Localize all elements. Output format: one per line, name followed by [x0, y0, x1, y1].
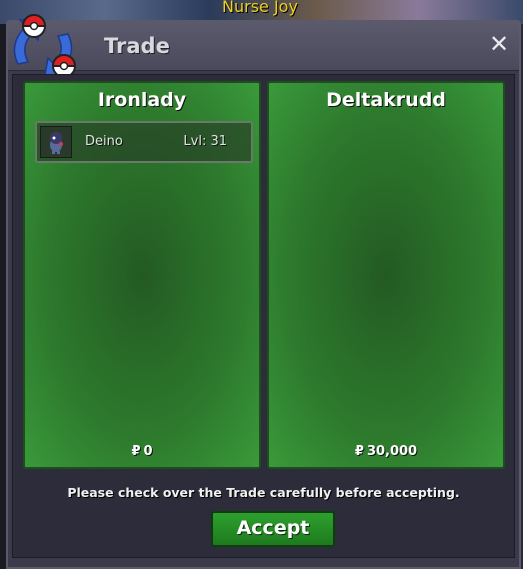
- window-title: Trade: [104, 34, 170, 58]
- partner-offer-panel[interactable]: Deltakrudd ₽30,000: [267, 81, 505, 469]
- deino-sprite-icon: [40, 126, 72, 158]
- trade-notice: Please check over the Trade carefully be…: [67, 485, 460, 500]
- player-name-right: Deltakrudd: [326, 89, 446, 111]
- my-offer-panel[interactable]: Ironlady Deino Lvl: 31 ₽0: [23, 81, 261, 469]
- trade-content: Ironlady Deino Lvl: 31 ₽0 Deltakrudd ₽ 3…: [12, 74, 515, 558]
- trade-window: Trade ✕ Ironlady Deino Lvl: 31 ₽ 0 Delta…: [6, 14, 521, 569]
- npc-name-label: Nurse Joy: [222, 0, 298, 16]
- money-right-value: 30,000: [366, 444, 418, 459]
- currency-icon: ₽: [131, 444, 141, 459]
- item-name: Deino: [85, 134, 123, 149]
- money-left-value: 0: [143, 444, 153, 459]
- player-name-left: Ironlady: [97, 89, 187, 111]
- item-level: Lvl: 31: [183, 134, 227, 149]
- trade-item[interactable]: Deino Lvl: 31: [35, 121, 253, 163]
- currency-icon: ₽: [354, 444, 364, 459]
- close-icon[interactable]: ✕: [487, 32, 511, 56]
- money-left: ₽0: [25, 444, 259, 459]
- accept-button[interactable]: Accept: [211, 511, 335, 547]
- money-right: ₽30,000: [269, 444, 503, 459]
